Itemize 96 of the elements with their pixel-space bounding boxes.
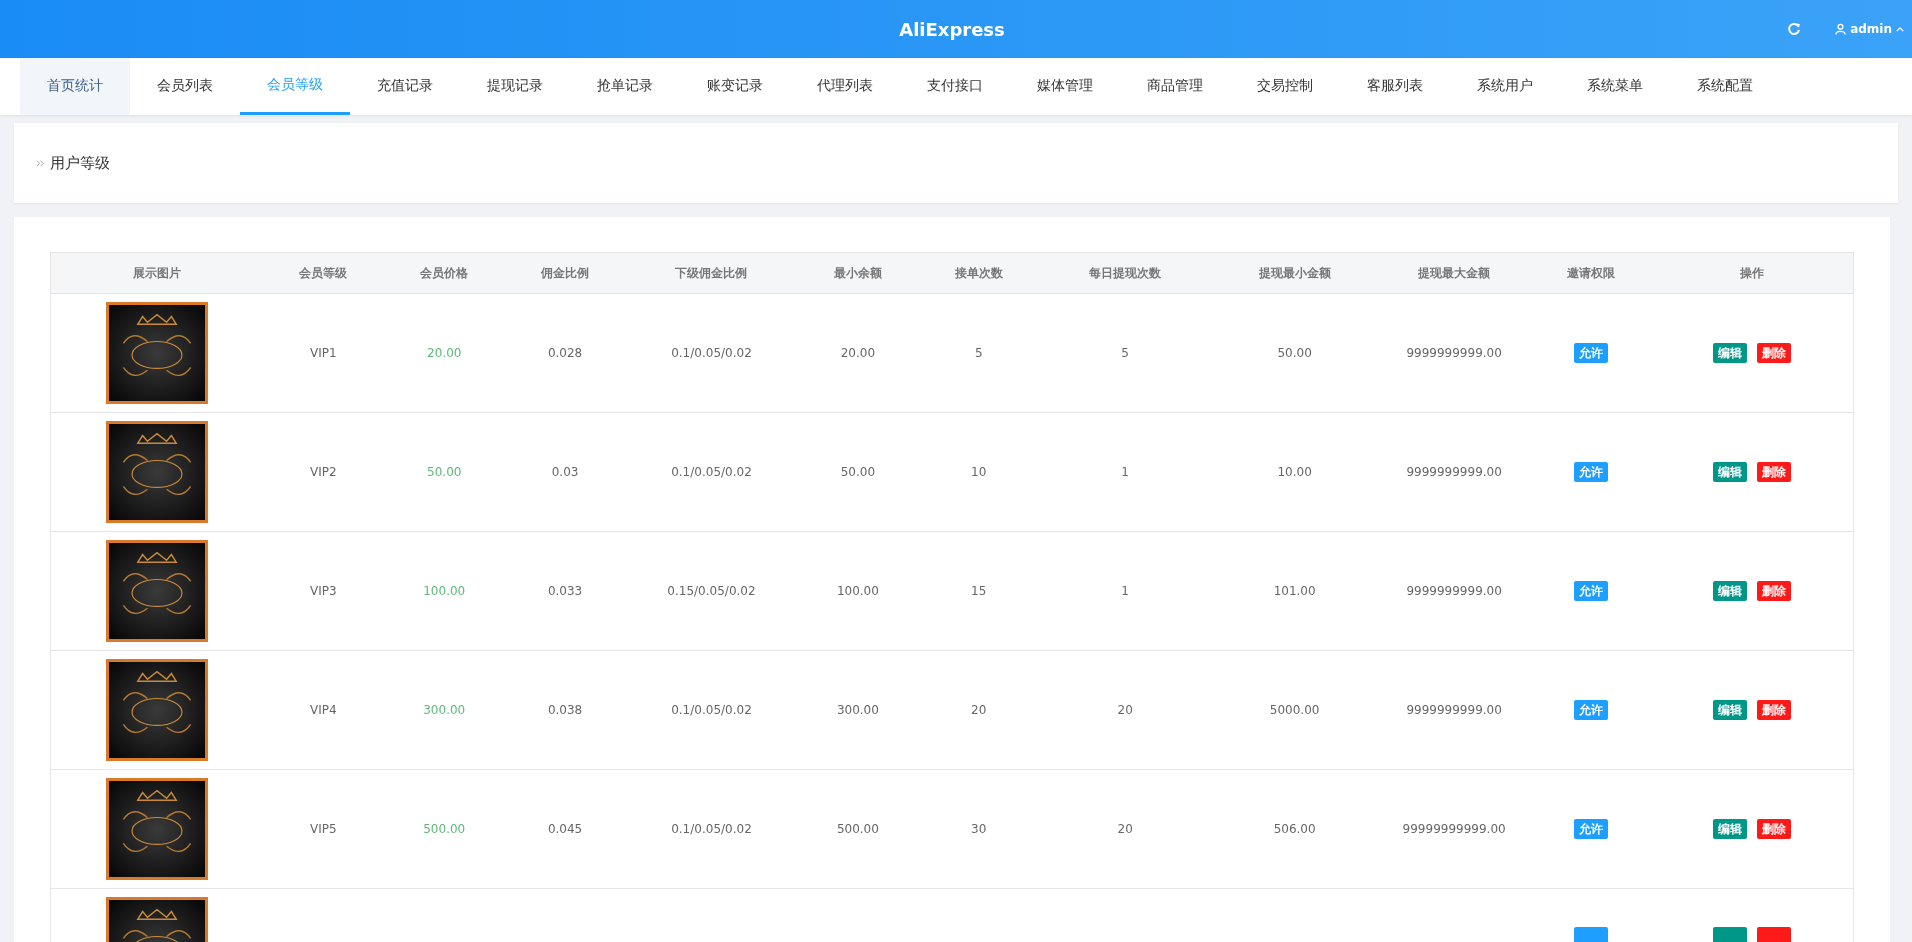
- level-cell: VIP1: [310, 346, 337, 360]
- amount-cell: 50.00: [840, 465, 876, 479]
- level-cell: VIP5: [310, 822, 337, 836]
- nav-tab[interactable]: 媒体管理: [1010, 58, 1120, 115]
- nav-tab[interactable]: 会员等级: [240, 58, 350, 115]
- nav-tab[interactable]: 客服列表: [1340, 58, 1450, 115]
- delete-button[interactable]: 删除: [1757, 700, 1791, 720]
- edit-button[interactable]: 编辑: [1713, 343, 1747, 363]
- amount-cell: 300.00: [836, 703, 879, 717]
- count-cell: 1: [1121, 465, 1129, 479]
- column-header: 邀请权限: [1566, 265, 1615, 280]
- column-header: 下级佣金比例: [675, 265, 748, 280]
- allow-badge[interactable]: 允许: [1573, 343, 1608, 363]
- level-cell: VIP3: [310, 584, 337, 598]
- column-header: 佣金比例: [541, 265, 590, 280]
- column-header: 会员价格: [420, 265, 469, 280]
- allow-badge[interactable]: 允许: [1573, 819, 1608, 839]
- app-title: AliExpress: [898, 18, 1006, 40]
- nav-tab[interactable]: 支付接口: [900, 58, 1010, 115]
- amount-cell: 500.00: [836, 822, 879, 836]
- breadcrumb-title: 用户等级: [50, 153, 110, 173]
- ratio-cell: 0.15/0.05/0.02: [667, 584, 756, 598]
- price-cell: 100.00: [423, 584, 466, 598]
- allow-badge[interactable]: [1573, 927, 1608, 942]
- nav-tab[interactable]: 账变记录: [680, 58, 790, 115]
- count-cell: 5: [1121, 346, 1129, 360]
- nav-tab[interactable]: 抢单记录: [570, 58, 680, 115]
- nav-tab[interactable]: 会员列表: [130, 58, 240, 115]
- column-header: 提现最大金额: [1418, 265, 1491, 280]
- column-header: 会员等级: [299, 265, 348, 280]
- ratio-cell: 0.033: [547, 584, 583, 598]
- delete-button[interactable]: 删除: [1757, 819, 1791, 839]
- nav-tab[interactable]: 系统配置: [1670, 58, 1780, 115]
- nav-tab[interactable]: 代理列表: [790, 58, 900, 115]
- refresh-icon[interactable]: [1787, 22, 1802, 36]
- ratio-cell: 0.1/0.05/0.02: [671, 703, 752, 717]
- nav-tab[interactable]: 交易控制: [1230, 58, 1340, 115]
- amount-cell: 50.00: [1277, 346, 1312, 360]
- column-header: 提现最小金额: [1258, 265, 1331, 280]
- amount-cell: 5000.00: [1269, 703, 1320, 717]
- amount-cell: 9999999999.00: [1406, 465, 1502, 479]
- ratio-cell: 0.028: [547, 346, 583, 360]
- nav-tab[interactable]: 提现记录: [460, 58, 570, 115]
- amount-cell: 9999999999.00: [1406, 584, 1502, 598]
- price-cell: 20.00: [427, 346, 462, 360]
- delete-button[interactable]: 删除: [1757, 581, 1791, 601]
- ratio-cell: 0.038: [547, 703, 583, 717]
- delete-button[interactable]: 删除: [1757, 343, 1791, 363]
- amount-cell: 99999999999.00: [1402, 822, 1506, 836]
- delete-button[interactable]: 删除: [1757, 462, 1791, 482]
- column-header: 每日提现次数: [1089, 265, 1162, 280]
- price-cell: 50.00: [427, 465, 462, 479]
- column-header: 展示图片: [133, 265, 181, 280]
- column-header: 最小余额: [833, 265, 882, 280]
- ratio-cell: 0.1/0.05/0.02: [671, 465, 752, 479]
- count-cell: 5: [974, 346, 983, 360]
- caret-icon[interactable]: [1896, 25, 1904, 33]
- ratio-cell: 0.1/0.05/0.02: [671, 346, 752, 360]
- edit-button[interactable]: 编辑: [1713, 581, 1747, 601]
- level-cell: VIP4: [310, 703, 337, 717]
- level-cell: VIP2: [310, 465, 337, 479]
- user-icon: [1835, 23, 1847, 35]
- amount-cell: 9999999999.00: [1406, 703, 1502, 717]
- count-cell: 10: [971, 465, 987, 479]
- ratio-cell: 0.03: [551, 465, 579, 479]
- count-cell: 15: [971, 584, 987, 598]
- ratio-cell: 0.045: [547, 822, 583, 836]
- count-cell: 20: [1117, 703, 1133, 717]
- ratio-cell: 0.1/0.05/0.02: [671, 822, 752, 836]
- nav-tab[interactable]: 系统用户: [1450, 58, 1560, 115]
- amount-cell: 20.00: [840, 346, 876, 360]
- nav-tab[interactable]: 首页统计: [20, 58, 130, 115]
- allow-badge[interactable]: 允许: [1573, 581, 1608, 601]
- amount-cell: 100.00: [836, 584, 879, 598]
- double-chevron-icon: [36, 158, 45, 168]
- count-cell: 30: [971, 822, 987, 836]
- count-cell: 1: [1121, 584, 1129, 598]
- amount-cell: 101.00: [1273, 584, 1316, 598]
- price-cell: 300.00: [423, 703, 466, 717]
- column-header: 接单次数: [954, 265, 1003, 280]
- edit-button[interactable]: 编辑: [1713, 819, 1747, 839]
- column-header: 操作: [1740, 265, 1764, 280]
- user-name[interactable]: admin: [1850, 22, 1892, 36]
- amount-cell: 506.00: [1273, 822, 1316, 836]
- nav-tab[interactable]: 系统菜单: [1560, 58, 1670, 115]
- count-cell: 20: [1117, 822, 1133, 836]
- edit-button[interactable]: 编辑: [1713, 700, 1747, 720]
- price-cell: 500.00: [423, 822, 466, 836]
- amount-cell: 10.00: [1277, 465, 1312, 479]
- allow-badge[interactable]: 允许: [1573, 700, 1608, 720]
- edit-button[interactable]: 编辑: [1713, 462, 1747, 482]
- amount-cell: 9999999999.00: [1406, 346, 1502, 360]
- allow-badge[interactable]: 允许: [1573, 462, 1608, 482]
- nav-tab[interactable]: 商品管理: [1120, 58, 1230, 115]
- nav-tab[interactable]: 充值记录: [350, 58, 460, 115]
- count-cell: 20: [971, 703, 987, 717]
